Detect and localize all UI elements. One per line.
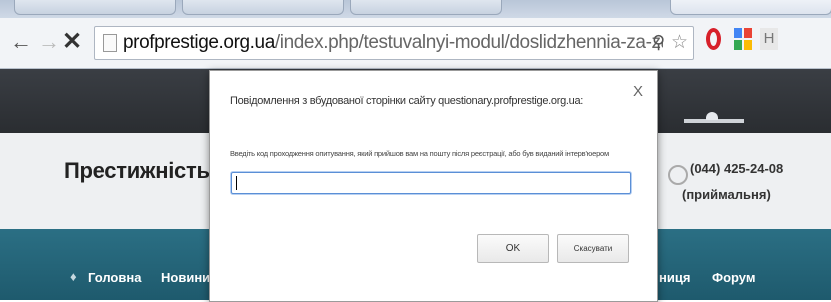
phone-number: (044) 425-24-08 [690, 161, 784, 176]
back-icon[interactable]: ← [10, 31, 32, 53]
browser-tab[interactable] [182, 0, 344, 15]
browser-tab[interactable] [14, 0, 176, 15]
code-input[interactable] [231, 172, 631, 194]
url-host: profprestige.org.ua [123, 32, 275, 53]
home-icon[interactable]: ♦ [70, 269, 77, 284]
url-text[interactable]: profprestige.org.ua/index.php/testuvalny… [123, 32, 663, 54]
address-bar[interactable]: profprestige.org.ua/index.php/testuvalny… [94, 26, 694, 60]
close-icon[interactable]: X [633, 83, 643, 100]
zoom-icon[interactable]: ⚲ [652, 32, 665, 53]
opera-icon[interactable] [706, 28, 721, 50]
nav-item-partial[interactable]: ниця [659, 270, 690, 285]
cancel-button[interactable]: Скасувати [557, 234, 629, 263]
browser-toolbar: ← → ✕ profprestige.org.ua/index.php/test… [0, 18, 831, 69]
extension-icon[interactable] [734, 28, 752, 50]
forward-icon[interactable]: → [38, 31, 60, 53]
lamp-graphic [684, 112, 744, 123]
phone-label: (приймальня) [682, 187, 771, 202]
text-caret [236, 176, 237, 190]
browser-tab-active[interactable] [670, 0, 831, 15]
nav-item-home[interactable]: Головна [88, 270, 141, 285]
ok-button[interactable]: OK [477, 234, 549, 263]
page-icon [103, 34, 117, 52]
dialog-title: Повідомлення з вбудованої сторінки сайту… [230, 95, 584, 107]
tab-strip [0, 0, 831, 18]
nav-item-forum[interactable]: Форум [712, 270, 755, 285]
star-icon[interactable]: ☆ [671, 31, 688, 54]
nav-item-news[interactable]: Новини [161, 270, 210, 285]
prompt-dialog: Повідомлення з вбудованої сторінки сайту… [209, 70, 658, 302]
phone-icon [668, 165, 688, 185]
extension-h-icon[interactable]: H [760, 28, 778, 50]
stop-icon[interactable]: ✕ [62, 30, 82, 54]
dialog-message: Введіть код проходження опитування, який… [230, 149, 609, 158]
url-path: /index.php/testuvalnyi-modul/doslidzhenn… [274, 32, 663, 53]
browser-tab[interactable] [350, 0, 502, 15]
